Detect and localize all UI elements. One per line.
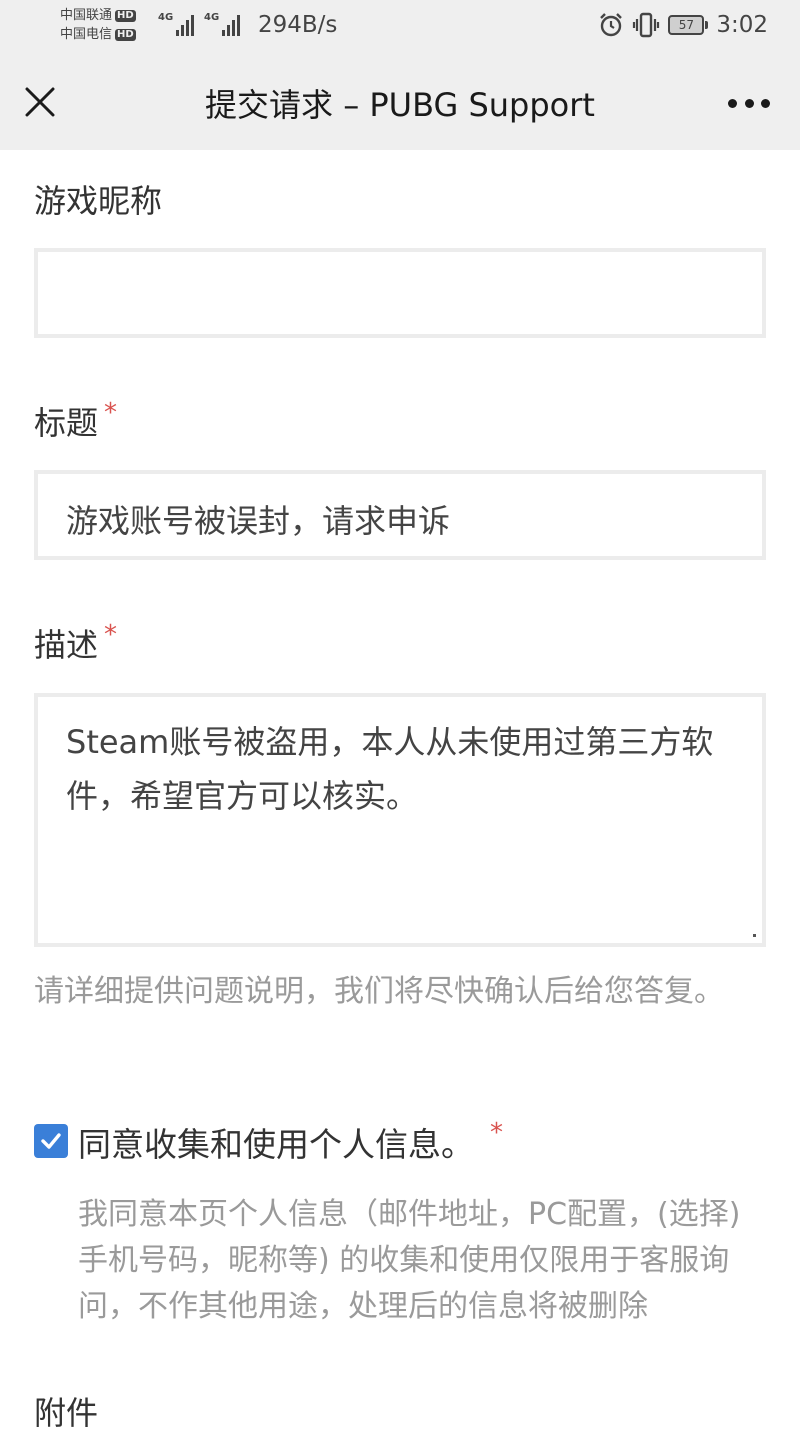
- subject-input[interactable]: 游戏账号被误封，请求申诉: [34, 470, 766, 560]
- nickname-input[interactable]: [34, 248, 766, 338]
- battery-icon: 57: [668, 15, 709, 35]
- description-label: 描述 *: [34, 620, 118, 664]
- clock: 3:02: [716, 12, 768, 38]
- battery-level: 57: [668, 15, 705, 35]
- more-icon-dot-1: [728, 98, 737, 108]
- subject-label: 标题 *: [34, 398, 118, 442]
- description-textarea[interactable]: Steam账号被盗用，本人从未使用过第三方软件，希望官方可以核实。: [34, 693, 766, 947]
- carrier-info: 中国联通 HD 中国电信 HD: [60, 6, 136, 44]
- close-icon: [25, 87, 55, 117]
- attachments-label: 附件: [34, 1394, 99, 1432]
- carrier-2: 中国电信 HD: [60, 25, 136, 44]
- carrier-1-name: 中国联通: [60, 8, 113, 23]
- close-button[interactable]: [20, 78, 60, 126]
- description-hint: 请详细提供问题说明，我们将尽快确认后给您答复。: [34, 974, 724, 1009]
- consent-checkbox[interactable]: [34, 1124, 68, 1158]
- alarm-icon: [600, 13, 623, 37]
- more-icon-dot-2: [744, 98, 754, 108]
- hd-badge-2: HD: [115, 28, 136, 41]
- vibrate-icon: [633, 12, 660, 38]
- signal-2-tag: 4G: [204, 12, 220, 23]
- signal-2-icon: 4G: [204, 12, 241, 36]
- status-right-group: 57 3:02: [598, 12, 768, 38]
- signal-1-icon: 4G: [158, 12, 195, 36]
- check-icon: [41, 1133, 61, 1149]
- carrier-2-name: 中国电信: [60, 27, 113, 42]
- net-speed: 294B/s: [258, 12, 338, 38]
- more-icon-dot-3: [761, 98, 770, 108]
- required-mark: *: [490, 1118, 503, 1148]
- consent-label[interactable]: 同意收集和使用个人信息。 *: [78, 1118, 503, 1166]
- required-mark: *: [104, 398, 118, 428]
- consent-detail: 我同意本页个人信息（邮件地址，PC配置，(选择)手机号码，昵称等) 的收集和使用…: [78, 1197, 741, 1324]
- more-button[interactable]: [728, 90, 770, 116]
- hd-badge-1: HD: [115, 9, 136, 22]
- required-mark: *: [104, 620, 118, 650]
- signal-1-tag: 4G: [158, 12, 174, 23]
- page-title: 提交请求 – PUBG Support: [205, 86, 595, 124]
- description-text: Steam账号被盗用，本人从未使用过第三方软件，希望官方可以核实。: [66, 723, 714, 815]
- nav-bar: 提交请求 – PUBG Support: [0, 54, 800, 150]
- carrier-1: 中国联通 HD: [60, 6, 136, 25]
- resize-handle-icon[interactable]: [753, 934, 756, 937]
- status-bar: 中国联通 HD 中国电信 HD 4G 4G 294B/s 57 3:02: [0, 0, 800, 54]
- nickname-label: 游戏昵称: [34, 182, 163, 220]
